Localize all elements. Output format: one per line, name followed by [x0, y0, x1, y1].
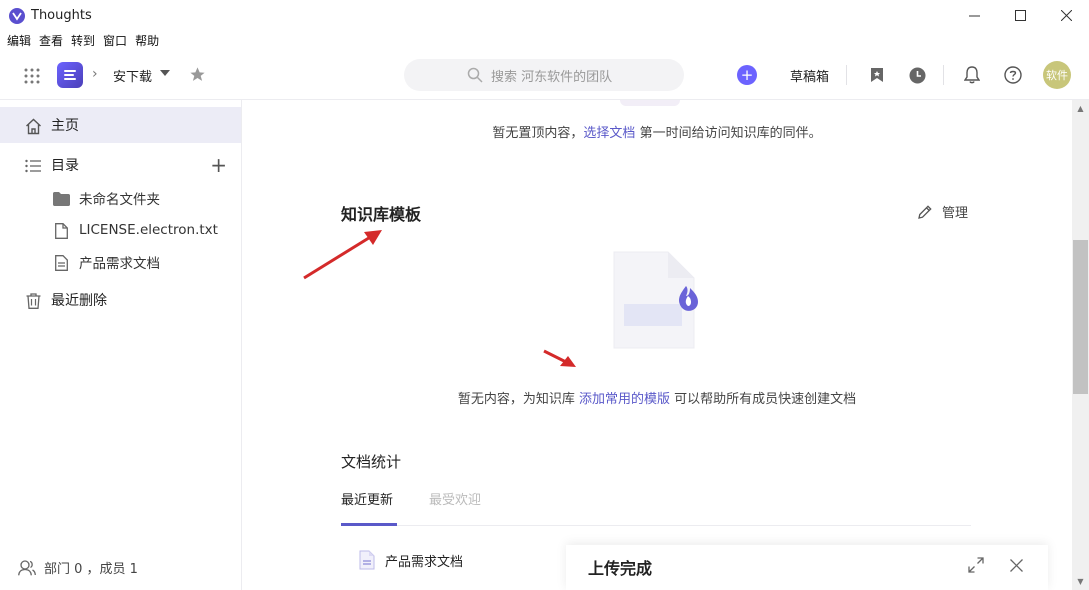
menu-go[interactable]: 转到 — [71, 32, 95, 49]
sidebar-item-home[interactable]: 主页 — [0, 107, 241, 143]
menu-edit[interactable]: 编辑 — [7, 32, 31, 49]
expand-upload-button[interactable] — [966, 555, 986, 575]
help-button[interactable] — [1003, 65, 1023, 85]
sidebar: 主页 目录 + 未命名文件夹 LICENSE.electron.txt 产品需求… — [0, 100, 242, 590]
pinned-empty-message: 暂无置顶内容，选择文档 第一时间给访问知识库的同伴。 — [242, 122, 1072, 141]
sidebar-item-product-doc[interactable]: 产品需求文档 — [0, 244, 241, 280]
close-upload-button[interactable] — [1006, 555, 1026, 575]
menu-help[interactable]: 帮助 — [135, 32, 159, 49]
star-icon[interactable] — [189, 66, 206, 83]
trash-icon — [24, 292, 42, 310]
manage-label: 管理 — [942, 206, 969, 221]
clock-icon — [909, 67, 925, 83]
scrollbar-thumb[interactable] — [1073, 240, 1088, 394]
sidebar-item-label: 目录 — [51, 158, 79, 174]
space-logo-icon[interactable] — [57, 62, 83, 88]
add-catalog-button[interactable]: + — [210, 155, 227, 175]
upload-title: 上传完成 — [588, 559, 653, 578]
toolbar-divider — [846, 65, 847, 85]
toolbar-divider — [943, 65, 944, 85]
members-summary-text: 部门 0 ，成员 1 — [44, 562, 138, 577]
file-icon — [52, 222, 70, 240]
pinned-empty-text: 第一时间给访问知识库的同伴。 — [635, 126, 822, 141]
menu-view[interactable]: 查看 — [39, 32, 63, 49]
decorative-arc — [620, 100, 680, 106]
document-icon — [359, 550, 375, 570]
stats-title: 文档统计 — [341, 453, 402, 471]
window-controls — [951, 0, 1089, 31]
space-name[interactable]: 安下载 — [113, 66, 152, 85]
pinned-empty-text: 暂无置顶内容， — [492, 126, 584, 141]
main-content: 暂无置顶内容，选择文档 第一时间给访问知识库的同伴。 知识库模板 管理 暂无内容… — [242, 100, 1072, 590]
menu-window[interactable]: 窗口 — [103, 32, 127, 49]
sidebar-item-label: 产品需求文档 — [79, 256, 160, 272]
top-toolbar: › 安下载 搜索 河东软件的团队 + 草稿箱 软件 — [0, 50, 1089, 100]
bookmark-icon — [871, 68, 883, 82]
question-icon — [1004, 66, 1022, 84]
scroll-down-arrow[interactable]: ▼ — [1072, 573, 1089, 590]
menu-bar: 编辑 查看 转到 窗口 帮助 — [0, 31, 1089, 50]
pencil-icon — [918, 204, 932, 219]
annotation-arrow-icon — [543, 349, 576, 367]
window-title: Thoughts — [31, 8, 92, 23]
close-icon — [1060, 10, 1072, 21]
select-document-link[interactable]: 选择文档 — [583, 126, 635, 141]
templates-empty-message: 暂无内容，为知识库 添加常用的模版 可以帮助所有成员快速创建文档 — [242, 388, 1072, 407]
maximize-icon — [1014, 10, 1026, 21]
sidebar-item-trash[interactable]: 最近删除 — [0, 282, 241, 318]
apps-grid-icon[interactable] — [24, 68, 40, 84]
bookmark-button[interactable] — [867, 65, 887, 85]
document-title: 产品需求文档 — [385, 554, 464, 570]
folder-icon — [52, 190, 70, 208]
stats-tabs: 最近更新 最受欢迎 — [341, 489, 971, 526]
active-tab-indicator — [341, 523, 397, 526]
history-button[interactable] — [907, 65, 927, 85]
empty-template-illustration — [613, 251, 698, 349]
sidebar-item-label: 最近删除 — [51, 293, 107, 309]
search-placeholder: 搜索 河东软件的团队 — [491, 69, 613, 85]
sidebar-item-label: LICENSE.electron.txt — [79, 222, 218, 238]
members-icon — [18, 559, 36, 575]
caret-down-icon[interactable] — [160, 70, 170, 76]
app-logo-icon — [9, 7, 25, 24]
manage-templates-button[interactable]: 管理 — [917, 202, 968, 221]
sidebar-item-label: 未命名文件夹 — [79, 192, 160, 208]
scroll-up-arrow[interactable]: ▲ — [1072, 100, 1089, 117]
chevron-right-icon: › — [92, 66, 98, 82]
minimize-icon — [968, 15, 980, 17]
home-icon — [24, 117, 42, 135]
annotation-arrow-icon — [303, 230, 382, 280]
sidebar-item-catalog[interactable]: 目录 + — [0, 147, 241, 183]
sidebar-item-folder[interactable]: 未命名文件夹 — [0, 180, 241, 216]
list-icon — [24, 157, 42, 175]
tab-recent-updates[interactable]: 最近更新 — [341, 489, 393, 508]
list-item[interactable]: 产品需求文档 — [341, 542, 561, 578]
sidebar-item-label: 主页 — [51, 118, 79, 134]
document-icon — [52, 254, 70, 272]
bell-icon — [964, 66, 980, 84]
maximize-button[interactable] — [997, 0, 1043, 31]
close-icon — [1009, 558, 1023, 572]
minimize-button[interactable] — [951, 0, 997, 31]
add-button[interactable]: + — [737, 65, 757, 85]
search-input[interactable]: 搜索 河东软件的团队 — [404, 59, 684, 91]
search-icon — [467, 67, 483, 83]
add-template-link[interactable]: 添加常用的模版 — [579, 392, 670, 407]
templates-empty-text: 可以帮助所有成员快速创建文档 — [670, 392, 857, 407]
drafts-button[interactable]: 草稿箱 — [790, 66, 829, 85]
members-summary[interactable]: 部门 0 ，成员 1 — [18, 558, 138, 577]
templates-empty-text: 暂无内容，为知识库 — [457, 392, 579, 407]
close-window-button[interactable] — [1043, 0, 1089, 31]
templates-title: 知识库模板 — [341, 205, 422, 224]
sidebar-item-license[interactable]: LICENSE.electron.txt — [0, 212, 241, 248]
title-bar: Thoughts — [0, 0, 1089, 31]
avatar[interactable]: 软件 — [1043, 61, 1071, 89]
expand-icon — [968, 557, 984, 573]
tab-most-popular[interactable]: 最受欢迎 — [429, 489, 481, 508]
upload-panel: 上传完成 — [566, 545, 1048, 590]
notifications-button[interactable] — [962, 65, 982, 85]
